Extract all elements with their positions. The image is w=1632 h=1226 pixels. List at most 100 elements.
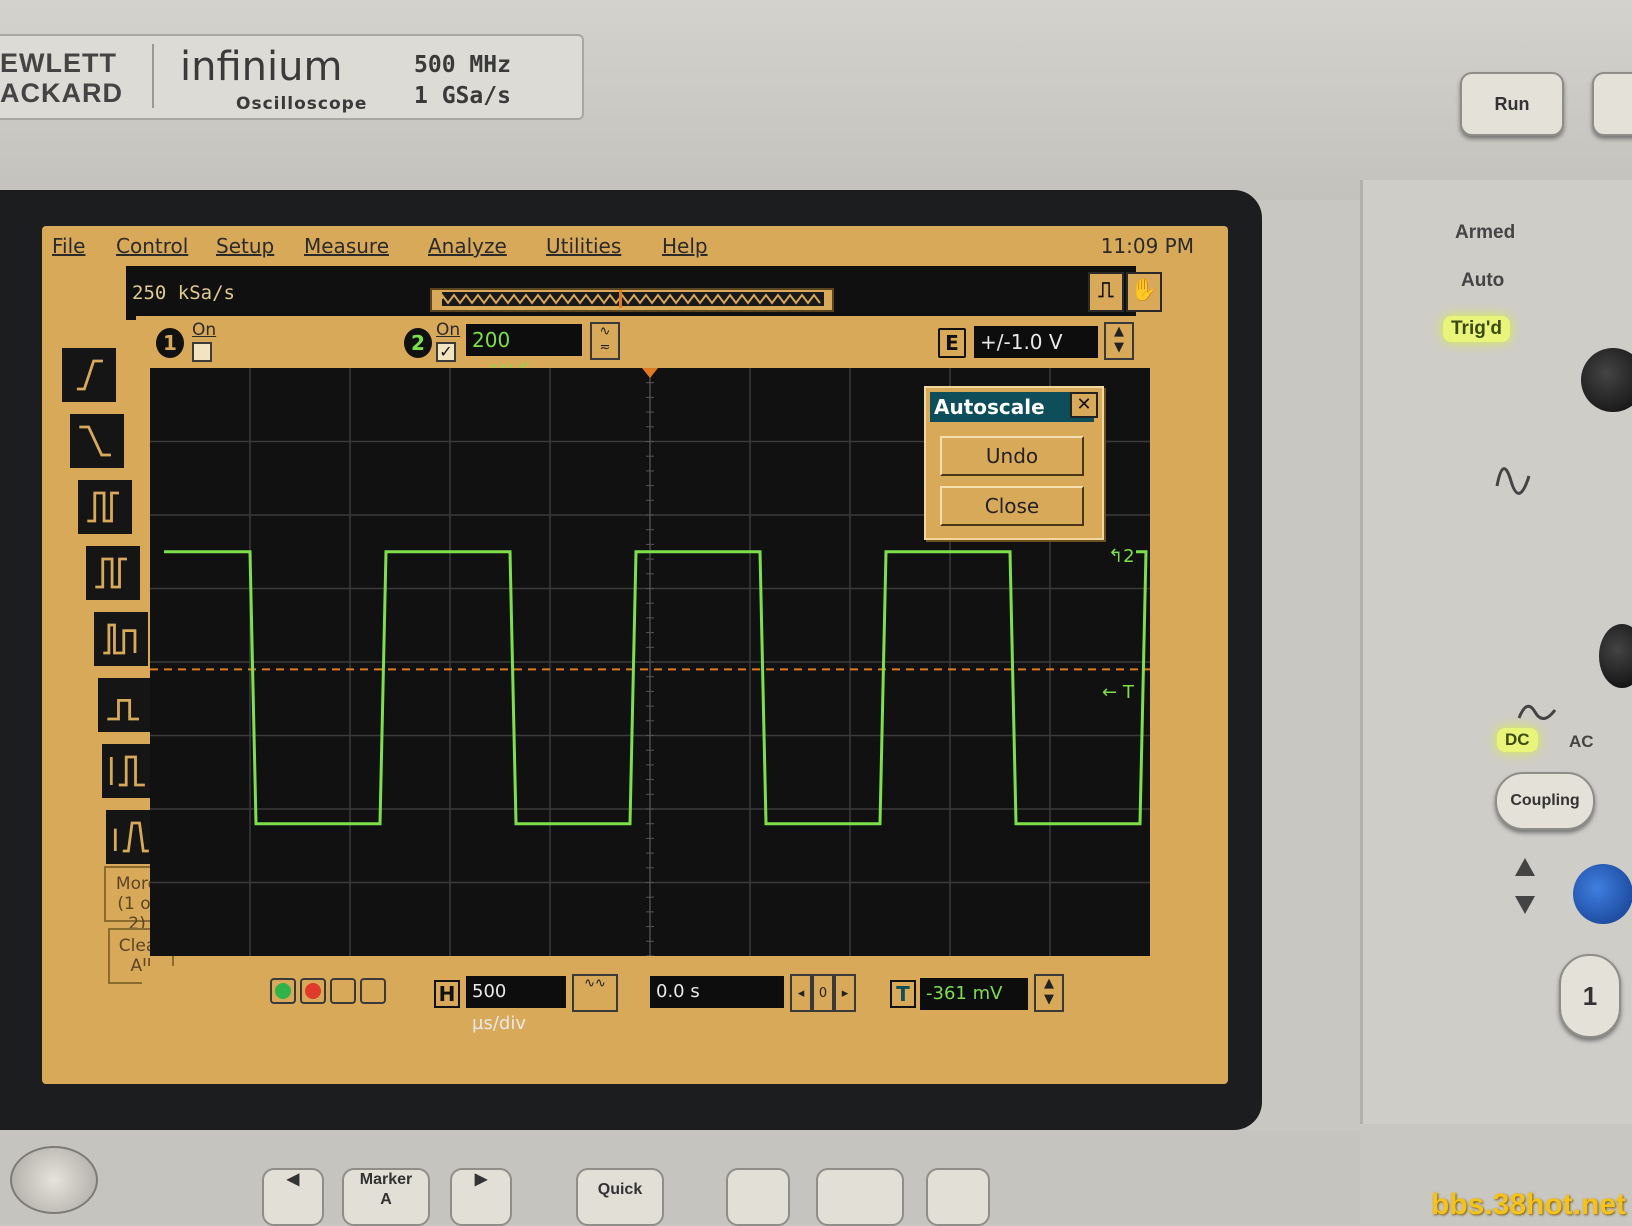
vertical-position-knob[interactable] <box>1573 864 1632 924</box>
external-range-field[interactable]: +/-1.0 V <box>974 326 1098 358</box>
menu-file[interactable]: File <box>52 234 85 258</box>
falling-edge-trigger-button[interactable] <box>68 412 126 470</box>
single-icon[interactable] <box>330 978 356 1004</box>
timeout-icon <box>109 755 145 787</box>
glitch-icon <box>103 623 137 655</box>
delay-right-button[interactable]: ▸ <box>834 974 856 1012</box>
bottom-button-partial-3[interactable] <box>926 1168 990 1226</box>
sample-rate-spec: 1 GSa/s <box>414 83 511 109</box>
waveform-mode-button[interactable]: ⎍ <box>1088 272 1124 312</box>
trigger-level-field[interactable]: -361 mV <box>920 978 1028 1010</box>
bottom-bezel <box>0 1130 1360 1224</box>
channel-2-on-checkbox[interactable]: ✓ <box>436 342 456 362</box>
marker-right-button[interactable]: ▶ <box>450 1168 512 1226</box>
overview-window <box>441 292 824 306</box>
delay-reference-button[interactable]: 0 <box>812 974 834 1012</box>
channel-2-ground-marker: ↰2 <box>1108 546 1135 567</box>
run-icon[interactable] <box>270 978 296 1004</box>
timebase-scale-field[interactable]: 500 µs/div <box>466 976 566 1034</box>
trigger-level-marker: ← T <box>1102 682 1134 703</box>
pattern-icon <box>95 557 127 589</box>
horizontal-badge[interactable]: H <box>434 980 460 1008</box>
trigger-level-knob[interactable] <box>1581 348 1632 412</box>
stop-icon[interactable] <box>300 978 326 1004</box>
run-button[interactable]: Run <box>1460 72 1564 136</box>
undo-button[interactable]: Undo <box>940 436 1084 476</box>
quick-measure-button[interactable]: Quick <box>576 1168 664 1226</box>
stop-dot <box>305 983 321 999</box>
front-control-panel: Armed Auto Trig'd DC AC Coupling 1 <box>1360 180 1632 1124</box>
channel-1-on-checkbox[interactable] <box>192 342 212 362</box>
pulse-width-trigger-button[interactable] <box>76 478 134 536</box>
stop-button-partial[interactable] <box>1592 72 1632 136</box>
print-icon[interactable] <box>360 978 386 1004</box>
channel-1-on-label: On <box>192 320 217 340</box>
menu-analyze[interactable]: Analyze <box>428 234 507 258</box>
timebase-spinner[interactable]: ∿∿ <box>572 974 618 1012</box>
timebase-position-field[interactable]: 0.0 s <box>650 976 784 1008</box>
channel-2-scale-field[interactable]: 200 mV/div <box>466 324 582 384</box>
product-name: infinium <box>180 44 343 90</box>
trigger-badge[interactable]: T <box>890 980 916 1008</box>
menu-control[interactable]: Control <box>116 234 188 258</box>
bottom-button-partial-1[interactable] <box>726 1168 790 1226</box>
channel-2-on-label: On <box>436 320 461 340</box>
overview-wave <box>441 292 821 305</box>
time-reference-marker <box>642 368 658 378</box>
menu-help[interactable]: Help <box>662 234 708 258</box>
up-down-arrows-icon <box>1515 858 1535 914</box>
channel-1-button[interactable]: 1 <box>1559 954 1621 1038</box>
overview-trigger-mark <box>619 290 622 308</box>
vertical-scale-knob[interactable] <box>1599 624 1632 688</box>
trigd-indicator: Trig'd <box>1443 316 1510 342</box>
bottom-button-partial-2[interactable] <box>816 1168 904 1226</box>
menu-bar: File Control Setup Measure Analyze Utili… <box>42 226 1228 264</box>
trigger-level-spinner[interactable]: ▲ ▼ <box>1034 974 1064 1012</box>
channel-2-trace <box>164 550 1148 826</box>
channel-2-coupling-spinner[interactable]: ∿ ≂ <box>590 322 620 360</box>
external-badge[interactable]: E <box>938 328 966 358</box>
sine-icon <box>1495 467 1531 495</box>
pattern-trigger-button[interactable] <box>84 544 142 602</box>
rising-edge-icon <box>76 359 103 391</box>
power-button[interactable] <box>10 1146 98 1214</box>
runt-icon <box>107 698 139 721</box>
glitch-trigger-button[interactable] <box>92 610 150 668</box>
sample-rate-readout: 250 kSa/s <box>132 282 235 304</box>
manufacturer-logo: EWLETT ACKARD <box>0 48 123 108</box>
sine-small-icon <box>1517 704 1557 720</box>
rising-edge-trigger-button[interactable] <box>60 346 118 404</box>
bandwidth-label: 500 MHz <box>414 52 511 78</box>
brand-plate: EWLETT ACKARD infinium Oscilloscope 500 M… <box>0 34 584 120</box>
runt-trigger-button[interactable] <box>96 676 154 734</box>
brand-divider <box>152 44 154 108</box>
channel-2-badge[interactable]: 2 <box>404 328 432 358</box>
auto-indicator: Auto <box>1461 270 1505 291</box>
dc-coupling-indicator: DC <box>1497 728 1538 752</box>
ac-coupling-indicator: AC <box>1569 732 1594 751</box>
delay-left-button[interactable]: ◂ <box>790 974 812 1012</box>
close-button[interactable]: Close <box>940 486 1084 526</box>
dialog-close-icon[interactable]: ✕ <box>1070 392 1098 418</box>
coupling-button[interactable]: Coupling <box>1495 772 1595 830</box>
watermark: bbs.38hot.net <box>1430 1188 1626 1221</box>
timebase-bar: H 500 µs/div ∿∿ 0.0 s ◂ 0 ▸ T -361 mV ▲ ▼ <box>142 966 1172 1034</box>
channel-1-badge[interactable]: 1 <box>156 328 184 358</box>
external-range-spinner[interactable]: ▲ ▼ <box>1104 322 1134 360</box>
menu-measure[interactable]: Measure <box>304 234 389 258</box>
pointer-mode-button[interactable]: ✋ <box>1126 272 1162 312</box>
menu-utilities[interactable]: Utilities <box>546 234 621 258</box>
product-subtitle: Oscilloscope <box>236 94 368 114</box>
clock: 11:09 PM <box>1100 234 1194 258</box>
falling-edge-icon <box>79 425 111 457</box>
autoscale-dialog: Autoscale ✕ Undo Close <box>924 386 1104 540</box>
marker-left-button[interactable]: ◀ <box>262 1168 324 1226</box>
run-dot <box>275 983 291 999</box>
spec-label: 500 MHz 1 GSa/s <box>414 50 511 112</box>
marker-a-button[interactable]: Marker A <box>342 1168 430 1226</box>
armed-indicator: Armed <box>1455 222 1516 243</box>
oscilloscope-screen: File Control Setup Measure Analyze Utili… <box>42 226 1228 1084</box>
menu-setup[interactable]: Setup <box>216 234 274 258</box>
channel-bar: 1 On 2 On ✓ 200 mV/div ∿≂ E +/-1.0 V ▲▼ <box>136 316 1166 384</box>
pulse-width-icon <box>87 491 119 523</box>
